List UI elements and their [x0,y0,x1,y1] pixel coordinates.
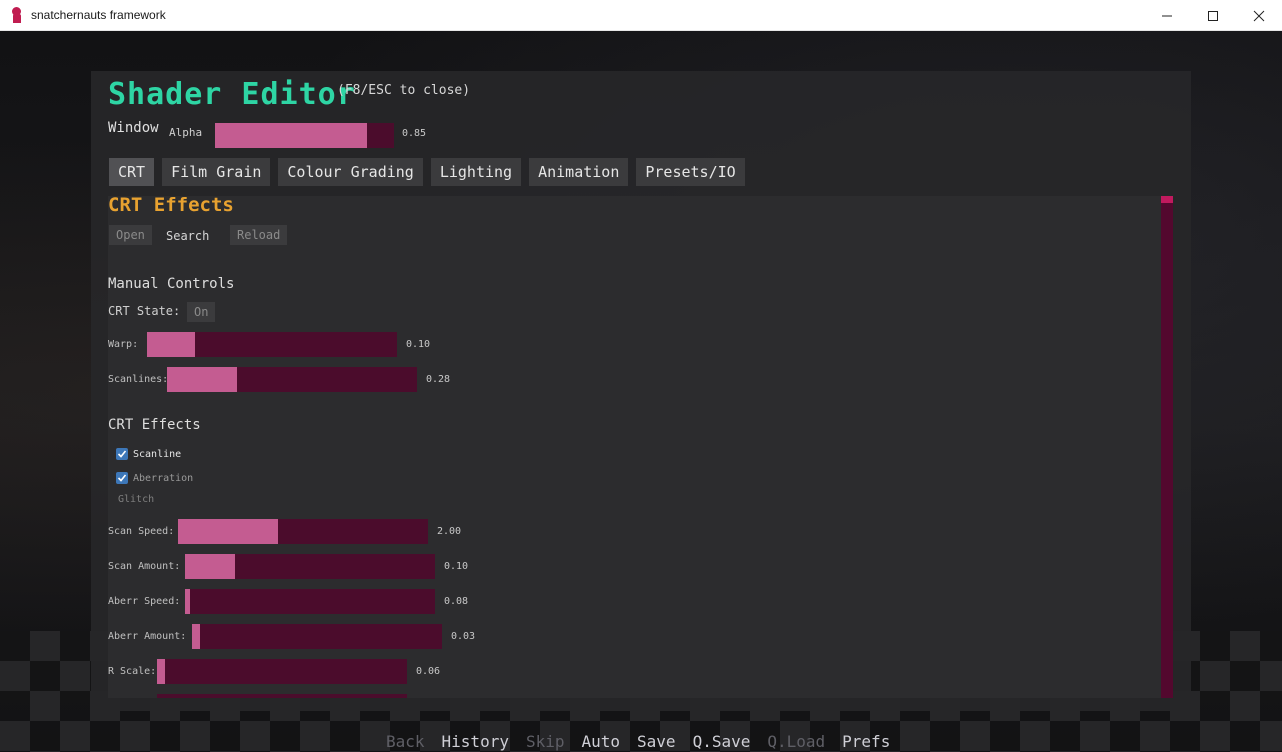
aberration-checkbox[interactable] [116,472,128,484]
quick-menu-skip[interactable]: Skip [526,732,565,751]
quick-menu-prefs[interactable]: Prefs [842,732,890,751]
scan-speed-slider-fill [178,519,278,544]
window-label: Window [108,120,159,136]
quick-menu-qsave[interactable]: Q.Save [693,732,751,751]
close-button[interactable] [1236,0,1282,31]
tab-lighting[interactable]: Lighting [430,158,522,186]
scanlines-slider-fill [167,367,237,392]
minimize-icon [1162,15,1172,16]
aberr-speed-value: 0.08 [444,596,469,607]
reload-button[interactable]: Reload [230,225,288,245]
search-button[interactable]: Search [166,229,209,243]
r-scale-slider-fill [157,659,165,684]
scan-amount-value: 0.10 [444,561,469,572]
crt-state-label: CRT State: [108,304,181,318]
scan-speed-slider[interactable] [178,519,428,544]
tab-bar: CRT Film Grain Colour Grading Lighting A… [109,158,753,186]
app-icon [11,7,22,23]
scanline-label: Scanline [133,448,182,460]
scanlines-slider[interactable] [167,367,417,392]
close-icon [1253,10,1265,21]
shader-editor-panel: Shader Editor (F8/ESC to close) Window A… [91,71,1191,711]
quick-menu: Back History Skip Auto Save Q.Save Q.Loa… [386,732,907,751]
quick-menu-qload[interactable]: Q.Load [767,732,825,751]
r-scale-slider[interactable] [157,659,407,684]
quick-menu-back[interactable]: Back [386,732,425,751]
aberr-amount-slider-fill [192,624,200,649]
scrollbar[interactable] [1161,196,1173,698]
scanlines-label: Scanlines: [108,374,169,385]
scanlines-value: 0.28 [426,374,451,385]
scanline-checkbox-row[interactable]: Scanline [116,448,181,460]
panel-title: Shader Editor [108,77,356,112]
r-scale-value: 0.06 [416,666,441,677]
aberr-speed-slider[interactable] [185,589,435,614]
tab-crt[interactable]: CRT [109,158,155,186]
alpha-label: Alpha [169,126,203,139]
warp-value: 0.10 [406,339,431,350]
aberration-label: Aberration [133,472,194,484]
next-slider-partial[interactable] [157,694,407,698]
warp-slider-fill [147,332,195,357]
warp-slider[interactable] [147,332,397,357]
minimize-button[interactable] [1144,0,1190,31]
scan-amount-slider-fill [185,554,235,579]
scan-speed-value: 2.00 [437,526,462,537]
open-button[interactable]: Open [109,225,152,245]
aberr-amount-label: Aberr Amount: [108,631,187,642]
scanline-checkbox[interactable] [116,448,128,460]
maximize-icon [1208,10,1218,21]
crt-content: CRT Effects Open Search Reload Manual Co… [108,196,1173,698]
aberr-amount-slider[interactable] [192,624,442,649]
checkmark-icon [117,474,127,482]
window-titlebar: snatchernauts framework [0,0,1282,31]
section-title: CRT Effects [108,196,234,216]
crt-effects-heading: CRT Effects [108,417,201,433]
quick-menu-save[interactable]: Save [637,732,676,751]
alpha-slider-fill [215,123,368,148]
tab-presets-io[interactable]: Presets/IO [636,158,745,186]
maximize-button[interactable] [1190,0,1236,31]
scrollbar-thumb[interactable] [1161,196,1173,203]
alpha-slider[interactable] [215,123,394,148]
quick-menu-auto[interactable]: Auto [582,732,621,751]
close-hint: (F8/ESC to close) [337,83,471,98]
window-title: snatchernauts framework [31,8,166,22]
glitch-toggle[interactable]: Glitch [118,494,154,505]
warp-label: Warp: [108,339,139,350]
tab-animation[interactable]: Animation [529,158,629,186]
crt-state-toggle[interactable]: On [187,302,216,322]
quick-menu-history[interactable]: History [442,732,509,751]
r-scale-label: R Scale: [108,666,157,677]
scan-speed-label: Scan Speed: [108,526,175,537]
tab-colour-grading[interactable]: Colour Grading [278,158,423,186]
aberration-checkbox-row[interactable]: Aberration [116,472,193,484]
checkmark-icon [117,450,127,458]
tab-film-grain[interactable]: Film Grain [162,158,271,186]
scan-amount-slider[interactable] [185,554,435,579]
manual-controls-heading: Manual Controls [108,276,235,292]
scan-amount-label: Scan Amount: [108,561,181,572]
aberr-speed-slider-fill [185,589,190,614]
aberr-amount-value: 0.03 [451,631,476,642]
alpha-value: 0.85 [402,128,427,139]
aberr-speed-label: Aberr Speed: [108,596,181,607]
